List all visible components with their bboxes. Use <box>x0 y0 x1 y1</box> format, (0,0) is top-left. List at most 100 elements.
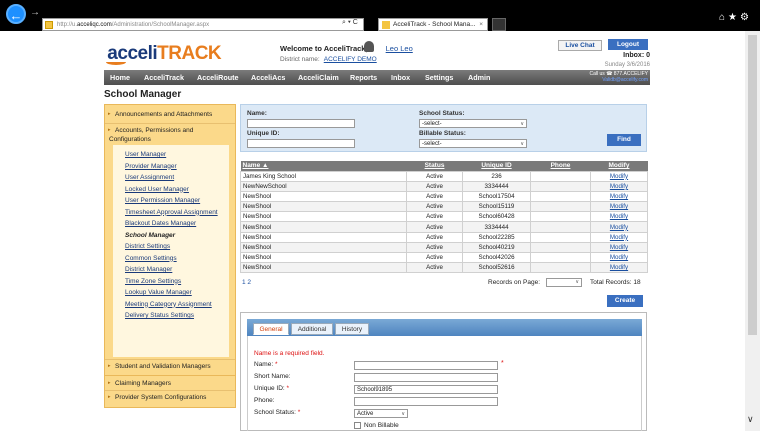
sidebar-item-configurations[interactable]: Configurations <box>105 135 235 144</box>
submenu-locked-user-manager[interactable]: Locked User Manager <box>125 186 189 193</box>
modify-link[interactable]: Modify <box>590 170 648 182</box>
new-tab-button[interactable] <box>492 18 506 31</box>
records-per-page-select[interactable]: ∨ <box>546 278 582 287</box>
support-email[interactable]: Validb@accelify.com <box>590 77 648 83</box>
user-name-link[interactable]: Leo Leo <box>386 44 413 53</box>
unique-id-search-input[interactable] <box>247 139 355 148</box>
sidebar-item-student-validation[interactable]: ▸ Student and Validation Managers <box>105 362 235 371</box>
cell-phone <box>530 180 591 192</box>
current-date: Sunday 3/6/2016 <box>604 62 650 68</box>
submenu-provider-manager[interactable]: Provider Manager <box>125 163 177 170</box>
school-status-value: Active <box>357 411 374 417</box>
forward-arrow-icon[interactable]: → <box>30 7 40 18</box>
nav-reports[interactable]: Reports <box>350 70 377 85</box>
cell-unique-id: School17504 <box>462 190 531 203</box>
modify-link[interactable]: Modify <box>590 190 648 203</box>
cell-name: NewNewSchool <box>240 180 407 192</box>
sidebar-item-label: Student and Validation Managers <box>115 363 211 370</box>
divider <box>105 390 235 391</box>
chevron-down-icon: ∨ <box>520 121 524 127</box>
submenu-user-assignment[interactable]: User Assignment <box>125 174 174 181</box>
col-header-status[interactable]: Status <box>406 161 463 171</box>
field-short-name-input[interactable] <box>354 373 498 382</box>
nav-inbox[interactable]: Inbox <box>391 70 410 85</box>
vertical-scrollbar[interactable]: ∨ <box>745 31 760 431</box>
pagination-links[interactable]: 1 2 <box>242 279 251 286</box>
label-text: Phone: <box>254 397 275 404</box>
page-title: School Manager <box>104 89 182 100</box>
inbox-count[interactable]: Inbox: 0 <box>623 52 650 59</box>
home-favorites-settings-icons[interactable]: ⌂★⚙ <box>719 12 752 23</box>
submenu-meeting-category[interactable]: Meeting Category Assignment <box>125 301 212 308</box>
field-phone-input[interactable] <box>354 397 498 406</box>
submenu-delivery-status[interactable]: Delivery Status Settings <box>125 312 194 319</box>
modify-link[interactable]: Modify <box>590 201 648 213</box>
submenu-lookup-value-manager[interactable]: Lookup Value Manager <box>125 289 192 296</box>
field-school-status-select[interactable]: Active ∨ <box>354 409 408 418</box>
address-bar[interactable]: http://u.acceliqc.com/Administration/Sch… <box>42 18 364 31</box>
nav-home[interactable]: Home <box>110 70 130 85</box>
browser-tab[interactable]: AcceliTrack - School Mana... × <box>378 18 488 31</box>
sidebar-item-accounts[interactable]: ▸ Accounts, Permissions and <box>105 126 235 135</box>
scrollbar-thumb[interactable] <box>748 35 757 335</box>
submenu-school-manager[interactable]: School Manager <box>125 232 175 239</box>
table-row: NewShool Active School22285 Modify <box>240 231 648 243</box>
modify-link[interactable]: Modify <box>590 262 648 274</box>
nav-admin[interactable]: Admin <box>468 70 490 85</box>
submenu-user-permission-manager[interactable]: User Permission Manager <box>125 197 200 204</box>
sidebar-item-claiming[interactable]: ▸ Claiming Managers <box>105 379 235 388</box>
live-chat-button[interactable]: Live Chat <box>558 40 602 51</box>
submenu-district-settings[interactable]: District Settings <box>125 243 170 250</box>
modify-link[interactable]: Modify <box>590 231 648 243</box>
submenu-time-zone-settings[interactable]: Time Zone Settings <box>125 278 181 285</box>
arrow-right-icon: ▸ <box>108 363 111 369</box>
nav-acceliroute[interactable]: AcceliRoute <box>197 70 239 85</box>
district-name-link[interactable]: ACCELIFY DEMO <box>324 56 377 63</box>
col-header-phone[interactable]: Phone <box>530 161 591 171</box>
sidebar-item-provider-config[interactable]: ▸ Provider System Configurations <box>105 393 235 402</box>
table-row: James King School Active 236 Modify <box>240 170 648 182</box>
find-button[interactable]: Find <box>607 134 641 146</box>
submenu-common-settings[interactable]: Common Settings <box>125 255 177 262</box>
submenu-district-manager[interactable]: District Manager <box>125 266 172 273</box>
sidebar-item-announcements[interactable]: ▸ Announcements and Attachments <box>105 110 235 119</box>
field-unique-id-input[interactable]: School91895 <box>354 385 498 394</box>
back-arrow-icon[interactable]: ← <box>6 4 26 24</box>
tab-close-icon[interactable]: × <box>479 19 483 31</box>
tab-general[interactable]: General <box>253 323 289 335</box>
modify-link[interactable]: Modify <box>590 211 648 223</box>
billable-status-value: -select- <box>422 141 442 147</box>
create-button[interactable]: Create <box>607 295 643 307</box>
accelitrack-logo[interactable]: acceliTRACK <box>104 43 222 65</box>
admin-sidebar-lower: ▸ Claiming Managers ▸ Provider System Conf… <box>104 376 236 408</box>
billable-status-select[interactable]: -select- ∨ <box>419 139 527 148</box>
nav-settings[interactable]: Settings <box>425 70 453 85</box>
submenu-user-manager[interactable]: User Manager <box>125 151 166 158</box>
school-status-select[interactable]: -select- ∨ <box>419 119 527 128</box>
modify-link[interactable]: Modify <box>590 221 648 233</box>
url-path: /Administration/SchoolManager.aspx <box>111 22 210 28</box>
col-header-unique-id[interactable]: Unique ID <box>462 161 531 171</box>
modify-link[interactable]: Modify <box>590 180 648 192</box>
address-controls[interactable]: ⌕ ▾ C <box>342 19 358 27</box>
modify-link[interactable]: Modify <box>590 251 648 264</box>
non-billable-checkbox[interactable] <box>354 422 361 429</box>
submenu-timesheet-approval[interactable]: Timesheet Approval Assignment <box>125 209 218 216</box>
field-name-input[interactable] <box>354 361 498 370</box>
nav-acceliclaim[interactable]: AcceliClaim <box>298 70 339 85</box>
tab-history[interactable]: History <box>335 323 369 335</box>
nav-acceliacs[interactable]: AcceliAcs <box>251 70 285 85</box>
table-row: NewShool Active School60428 Modify <box>240 211 648 223</box>
modify-link[interactable]: Modify <box>590 241 648 254</box>
submenu-blackout-dates[interactable]: Blackout Dates Manager <box>125 220 196 227</box>
name-search-input[interactable] <box>247 119 355 128</box>
logout-button[interactable]: Logout <box>608 39 648 50</box>
col-header-name[interactable]: Name ▲ <box>240 161 407 171</box>
records-per-page-label: Records on Page: <box>488 279 541 286</box>
url-prefix: http://u. <box>57 22 78 28</box>
cell-name: NewShool <box>240 211 407 223</box>
browser-toolbar: ← → http://u.acceliqc.com/Administration… <box>0 0 760 31</box>
scroll-down-icon[interactable]: ∨ <box>747 414 754 425</box>
tab-additional[interactable]: Additional <box>291 323 333 335</box>
nav-accelitrack[interactable]: AcceliTrack <box>144 70 184 85</box>
